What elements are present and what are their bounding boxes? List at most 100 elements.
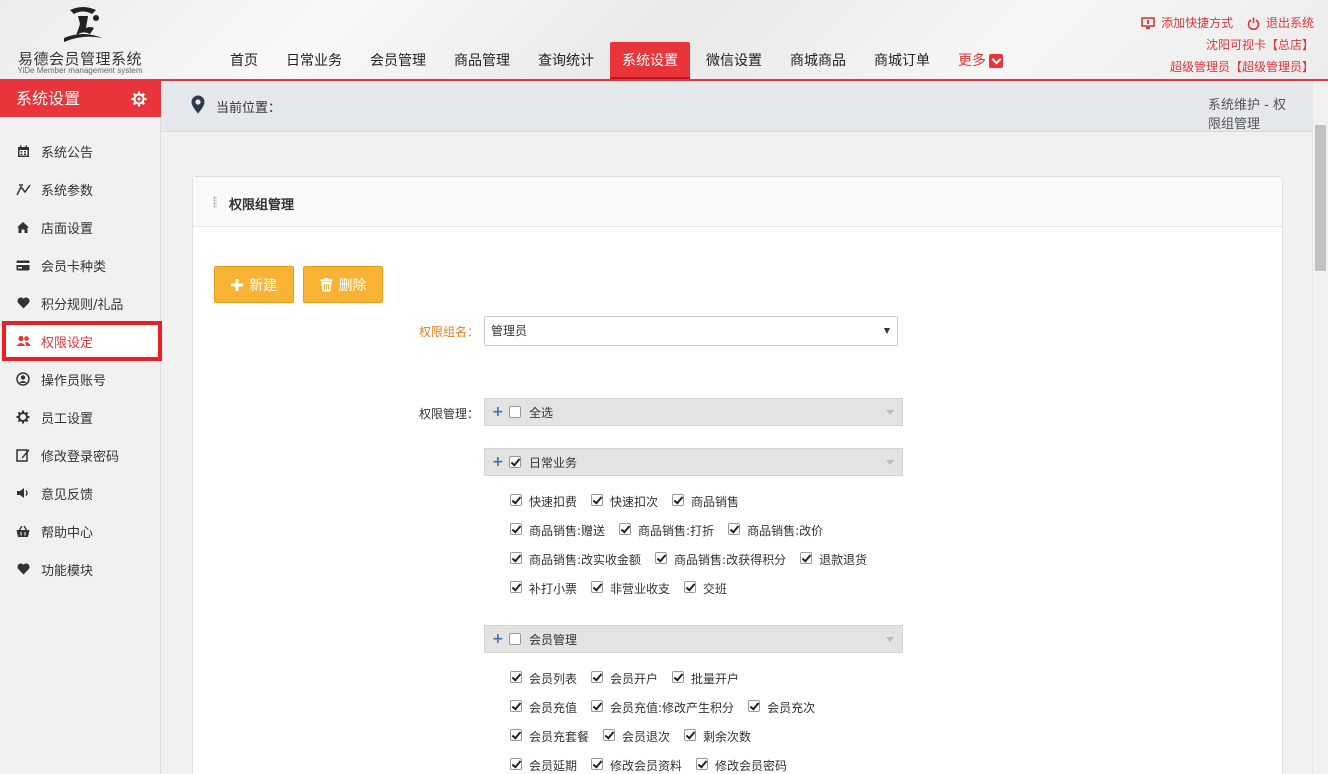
- perm-item[interactable]: 商品销售:赠送: [510, 522, 605, 539]
- nav-item-products[interactable]: 商品管理: [442, 42, 522, 80]
- perm-checkbox[interactable]: [510, 700, 522, 712]
- sidebar-item-modules[interactable]: 功能模块: [0, 550, 161, 588]
- sidebar-item-permissions[interactable]: 权限设定: [2, 321, 162, 361]
- perm-checkbox[interactable]: [591, 671, 604, 683]
- perm-checkbox[interactable]: [684, 581, 697, 593]
- group-checkbox[interactable]: [509, 633, 521, 645]
- perm-item[interactable]: 会员充套餐: [510, 728, 589, 745]
- current-user[interactable]: 超级管理员【超级管理员】: [1131, 56, 1314, 78]
- perm-item[interactable]: 退款退货: [800, 551, 867, 568]
- perm-item[interactable]: 商品销售:改获得积分: [655, 551, 786, 568]
- sidebar-item-announcement[interactable]: 系统公告: [0, 132, 161, 170]
- perm-item[interactable]: 商品销售:改价: [728, 522, 823, 539]
- group-name-select[interactable]: 管理员: [484, 316, 898, 346]
- nav-item-wechat[interactable]: 微信设置: [694, 42, 774, 80]
- sidebar-item-staff[interactable]: 员工设置: [0, 398, 161, 436]
- nav-item-daily[interactable]: 日常业务: [274, 42, 354, 80]
- perm-checkbox[interactable]: [510, 729, 522, 741]
- perm-checkbox[interactable]: [603, 729, 616, 741]
- perm-checkbox[interactable]: [510, 523, 522, 535]
- app-logo[interactable]: 易德会员管理系统 YiDe Member management system: [0, 0, 160, 80]
- perm-item[interactable]: 会员充值:修改产生积分: [591, 699, 734, 716]
- perm-checkbox[interactable]: [696, 758, 709, 770]
- perm-item[interactable]: 修改会员资料: [591, 757, 682, 774]
- nav-item-mall-orders[interactable]: 商城订单: [862, 42, 942, 80]
- perm-item[interactable]: 交班: [684, 580, 727, 597]
- perm-item[interactable]: 修改会员密码: [696, 757, 787, 774]
- sidebar-item-params[interactable]: 系统参数: [0, 170, 161, 208]
- perm-label-text: 会员开户: [610, 672, 659, 686]
- perm-item[interactable]: 批量开户: [672, 670, 739, 687]
- perm-checkbox[interactable]: [684, 729, 697, 741]
- sidebar-item-help[interactable]: 帮助中心: [0, 512, 161, 550]
- perm-item[interactable]: 会员退次: [603, 728, 670, 745]
- store-name[interactable]: 沈阳可视卡【总店】: [1131, 34, 1314, 56]
- perm-checkbox[interactable]: [672, 671, 685, 683]
- sidebar-item-label: 店面设置: [41, 221, 94, 237]
- page-scrollbar[interactable]: [1312, 81, 1328, 774]
- sliders-icon: [15, 181, 31, 197]
- perm-checkbox[interactable]: [510, 494, 522, 506]
- perm-item[interactable]: 快速扣次: [591, 493, 658, 510]
- perm-checkbox[interactable]: [591, 581, 604, 593]
- delete-button[interactable]: 删除: [303, 266, 383, 303]
- sidebar-item-label: 功能模块: [41, 563, 94, 579]
- perm-checkbox[interactable]: [510, 552, 522, 564]
- perm-checkbox[interactable]: [748, 700, 761, 712]
- sidebar-item-feedback[interactable]: 意见反馈: [0, 474, 161, 512]
- perm-item[interactable]: 商品销售: [672, 493, 739, 510]
- gear-icon[interactable]: [131, 91, 147, 107]
- card-icon: [15, 257, 31, 273]
- add-shortcut-link[interactable]: 添加快捷方式: [1141, 12, 1233, 34]
- nav-item-members[interactable]: 会员管理: [358, 42, 438, 80]
- perm-group-daily[interactable]: + 日常业务: [484, 448, 903, 476]
- perm-checkbox[interactable]: [591, 700, 604, 712]
- perm-checkbox[interactable]: [591, 494, 604, 506]
- nav-item-reports[interactable]: 查询统计: [526, 42, 606, 80]
- perm-item[interactable]: 会员列表: [510, 670, 577, 687]
- perm-checkbox[interactable]: [510, 581, 522, 593]
- perm-checkbox[interactable]: [510, 671, 522, 683]
- scrollbar-thumb[interactable]: [1315, 125, 1326, 271]
- perm-checkbox[interactable]: [672, 494, 685, 506]
- perm-checkbox[interactable]: [510, 758, 522, 770]
- monitor-icon: [1141, 16, 1155, 29]
- select-all-checkbox[interactable]: [509, 406, 521, 418]
- sidebar-item-change-password[interactable]: 修改登录密码: [0, 436, 161, 474]
- perm-group-members[interactable]: + 会员管理: [484, 625, 903, 653]
- sidebar-item-operators[interactable]: 操作员账号: [0, 360, 161, 398]
- perm-checkbox[interactable]: [800, 552, 813, 564]
- nav-item-mall-products[interactable]: 商城商品: [778, 42, 858, 80]
- perm-item[interactable]: 会员延期: [510, 757, 577, 774]
- perm-item[interactable]: 会员充次: [748, 699, 815, 716]
- perm-checkbox[interactable]: [591, 758, 604, 770]
- perm-item[interactable]: 剩余次数: [684, 728, 751, 745]
- delete-button-label: 删除: [338, 277, 367, 294]
- perm-item[interactable]: 会员充值: [510, 699, 577, 716]
- chevron-down-icon[interactable]: [886, 410, 894, 415]
- perm-item[interactable]: 非营业收支: [591, 580, 670, 597]
- perm-checkbox[interactable]: [655, 552, 668, 564]
- perm-item[interactable]: 商品销售:改实收金额: [510, 551, 641, 568]
- chevron-down-icon[interactable]: [886, 460, 894, 465]
- nav-item-home[interactable]: 首页: [218, 42, 270, 80]
- nav-more-button[interactable]: 更多: [946, 42, 1015, 80]
- logout-link[interactable]: 退出系统: [1247, 12, 1314, 34]
- perm-item[interactable]: 会员开户: [591, 670, 658, 687]
- perm-checkbox[interactable]: [619, 523, 632, 535]
- group-checkbox[interactable]: [509, 456, 521, 468]
- sidebar-item-card-types[interactable]: 会员卡种类: [0, 246, 161, 284]
- perm-item[interactable]: 快速扣费: [510, 493, 577, 510]
- expand-icon[interactable]: +: [492, 404, 504, 420]
- new-button[interactable]: 新建: [214, 266, 294, 303]
- perm-item[interactable]: 补打小票: [510, 580, 577, 597]
- sidebar-item-points[interactable]: 积分规则/礼品: [0, 284, 161, 322]
- nav-item-settings[interactable]: 系统设置: [610, 42, 690, 80]
- perm-group-select-all[interactable]: + 全选: [484, 398, 903, 426]
- perm-item[interactable]: 商品销售:打折: [619, 522, 714, 539]
- expand-icon[interactable]: +: [492, 454, 504, 470]
- expand-icon[interactable]: +: [492, 631, 504, 647]
- perm-checkbox[interactable]: [728, 523, 741, 535]
- chevron-down-icon[interactable]: [886, 637, 894, 642]
- sidebar-item-store[interactable]: 店面设置: [0, 208, 161, 246]
